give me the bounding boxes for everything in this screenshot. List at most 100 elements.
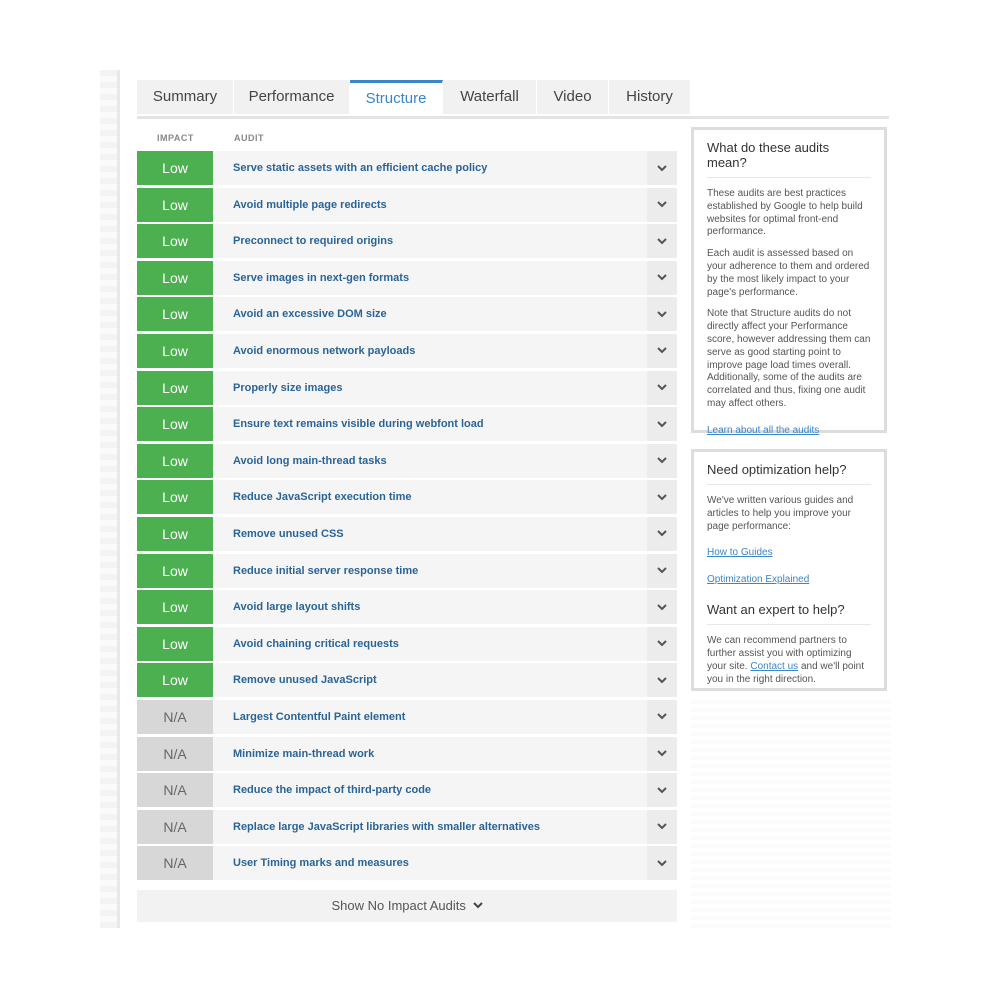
audit-row[interactable]: Low Remove unused JavaScript bbox=[137, 663, 677, 698]
audit-row[interactable]: N/A Replace large JavaScript libraries wi… bbox=[137, 809, 677, 844]
audit-row[interactable]: Low Ensure text remains visible during we… bbox=[137, 407, 677, 442]
expand-toggle[interactable] bbox=[647, 480, 677, 515]
impact-badge: Low bbox=[137, 480, 213, 515]
audit-row[interactable]: Low Avoid enormous network payloads bbox=[137, 333, 677, 368]
impact-badge: Low bbox=[137, 297, 213, 332]
audit-title: Remove unused JavaScript bbox=[233, 674, 377, 687]
tab-waterfall[interactable]: Waterfall bbox=[443, 80, 537, 114]
audit-title: Remove unused CSS bbox=[233, 527, 344, 540]
impact-badge: N/A bbox=[137, 846, 213, 881]
contact-us-link[interactable]: Contact us bbox=[750, 661, 798, 672]
expand-toggle[interactable] bbox=[647, 736, 677, 771]
impact-badge: Low bbox=[137, 151, 213, 185]
expand-toggle[interactable] bbox=[647, 297, 677, 332]
impact-badge: Low bbox=[137, 407, 213, 442]
expand-toggle[interactable] bbox=[647, 626, 677, 661]
audit-row[interactable]: Low Serve images in next-gen formats bbox=[137, 260, 677, 295]
audit-title: Ensure text remains visible during webfo… bbox=[233, 418, 484, 431]
impact-badge: Low bbox=[137, 443, 213, 478]
chevron-down-icon bbox=[657, 603, 667, 611]
expand-toggle[interactable] bbox=[647, 846, 677, 881]
impact-badge: Low bbox=[137, 224, 213, 259]
tab-performance[interactable]: Performance bbox=[234, 80, 350, 114]
expand-toggle[interactable] bbox=[647, 370, 677, 405]
audit-row[interactable]: N/A User Timing marks and measures bbox=[137, 846, 677, 881]
tab-summary[interactable]: Summary bbox=[137, 80, 234, 114]
audit-row[interactable]: Low Properly size images bbox=[137, 370, 677, 405]
audit-list: Low Serve static assets with an efficient… bbox=[137, 151, 677, 883]
audit-title: Avoid enormous network payloads bbox=[233, 344, 416, 357]
chevron-down-icon bbox=[657, 201, 667, 208]
audit-row[interactable]: N/A Minimize main-thread work bbox=[137, 736, 677, 771]
impact-badge: Low bbox=[137, 553, 213, 588]
impact-column-header: IMPACT bbox=[157, 133, 194, 143]
expand-toggle[interactable] bbox=[647, 516, 677, 551]
audit-row[interactable]: Low Avoid multiple page redirects bbox=[137, 187, 677, 222]
impact-badge: Low bbox=[137, 516, 213, 551]
chevron-down-icon bbox=[657, 567, 667, 574]
expand-toggle[interactable] bbox=[647, 663, 677, 698]
audits-info-panel: What do these audits mean? These audits … bbox=[691, 127, 887, 436]
impact-badge: Low bbox=[137, 187, 213, 222]
expand-toggle[interactable] bbox=[647, 333, 677, 368]
impact-badge: N/A bbox=[137, 699, 213, 734]
expand-toggle[interactable] bbox=[647, 590, 677, 625]
audit-row[interactable]: Low Preconnect to required origins bbox=[137, 224, 677, 259]
faded-background-area bbox=[691, 700, 891, 930]
impact-badge: N/A bbox=[137, 736, 213, 771]
audit-row[interactable]: Low Reduce JavaScript execution time bbox=[137, 480, 677, 515]
expand-toggle[interactable] bbox=[647, 809, 677, 844]
tab-structure[interactable]: Structure bbox=[350, 80, 443, 114]
chevron-down-icon bbox=[657, 384, 667, 391]
expand-toggle[interactable] bbox=[647, 187, 677, 222]
expand-toggle[interactable] bbox=[647, 224, 677, 259]
expand-toggle[interactable] bbox=[647, 407, 677, 442]
expert-help-title: Want an expert to help? bbox=[707, 602, 871, 626]
chevron-down-icon bbox=[657, 786, 667, 794]
impact-badge: Low bbox=[137, 626, 213, 661]
audit-row[interactable]: Low Avoid an excessive DOM size bbox=[137, 297, 677, 332]
audit-title: Avoid chaining critical requests bbox=[233, 637, 399, 650]
audit-title: Avoid an excessive DOM size bbox=[233, 308, 387, 321]
chevron-down-icon bbox=[657, 677, 667, 684]
chevron-down-icon bbox=[657, 713, 667, 720]
audit-title: Avoid multiple page redirects bbox=[233, 198, 387, 211]
audit-row[interactable]: N/A Reduce the impact of third-party code bbox=[137, 773, 677, 808]
expand-toggle[interactable] bbox=[647, 443, 677, 478]
expand-toggle[interactable] bbox=[647, 699, 677, 734]
expand-toggle[interactable] bbox=[647, 151, 677, 185]
audit-title: Reduce initial server response time bbox=[233, 564, 419, 577]
learn-about-audits-link[interactable]: Learn about all the audits bbox=[707, 425, 819, 436]
how-to-guides-link[interactable]: How to Guides bbox=[707, 547, 773, 558]
page: Summary Performance Structure Waterfall … bbox=[0, 0, 1000, 1000]
audit-row[interactable]: Low Avoid large layout shifts bbox=[137, 590, 677, 625]
tab-history[interactable]: History bbox=[609, 80, 691, 114]
optimization-help-title: Need optimization help? bbox=[707, 462, 871, 485]
audit-row[interactable]: Low Avoid long main-thread tasks bbox=[137, 443, 677, 478]
audit-row[interactable]: N/A Largest Contentful Paint element bbox=[137, 699, 677, 734]
audit-title: User Timing marks and measures bbox=[233, 857, 409, 870]
show-more-label: Show No Impact Audits bbox=[331, 898, 466, 913]
audit-row[interactable]: Low Avoid chaining critical requests bbox=[137, 626, 677, 661]
audit-title: Serve static assets with an efficient ca… bbox=[233, 162, 488, 174]
optimization-help-paragraph: We've written various guides and article… bbox=[707, 495, 854, 532]
expand-toggle[interactable] bbox=[647, 553, 677, 588]
audit-row[interactable]: Low Serve static assets with an efficient… bbox=[137, 151, 677, 185]
audit-table-header: IMPACT AUDIT bbox=[137, 133, 677, 147]
audit-title: Reduce the impact of third-party code bbox=[233, 784, 432, 797]
show-no-impact-audits-button[interactable]: Show No Impact Audits bbox=[137, 890, 677, 922]
impact-badge: Low bbox=[137, 663, 213, 698]
tab-bar: Summary Performance Structure Waterfall … bbox=[137, 80, 889, 119]
audit-title: Reduce JavaScript execution time bbox=[233, 491, 412, 504]
audit-title: Largest Contentful Paint element bbox=[233, 710, 406, 723]
audit-row[interactable]: Low Reduce initial server response time bbox=[137, 553, 677, 588]
audit-title: Replace large JavaScript libraries with … bbox=[233, 820, 540, 833]
chevron-down-icon bbox=[657, 347, 667, 354]
tab-video[interactable]: Video bbox=[537, 80, 609, 114]
audit-row[interactable]: Low Remove unused CSS bbox=[137, 516, 677, 551]
audit-title: Properly size images bbox=[233, 381, 343, 394]
impact-badge: Low bbox=[137, 590, 213, 625]
expand-toggle[interactable] bbox=[647, 773, 677, 808]
optimization-explained-link[interactable]: Optimization Explained bbox=[707, 574, 809, 585]
expand-toggle[interactable] bbox=[647, 260, 677, 295]
